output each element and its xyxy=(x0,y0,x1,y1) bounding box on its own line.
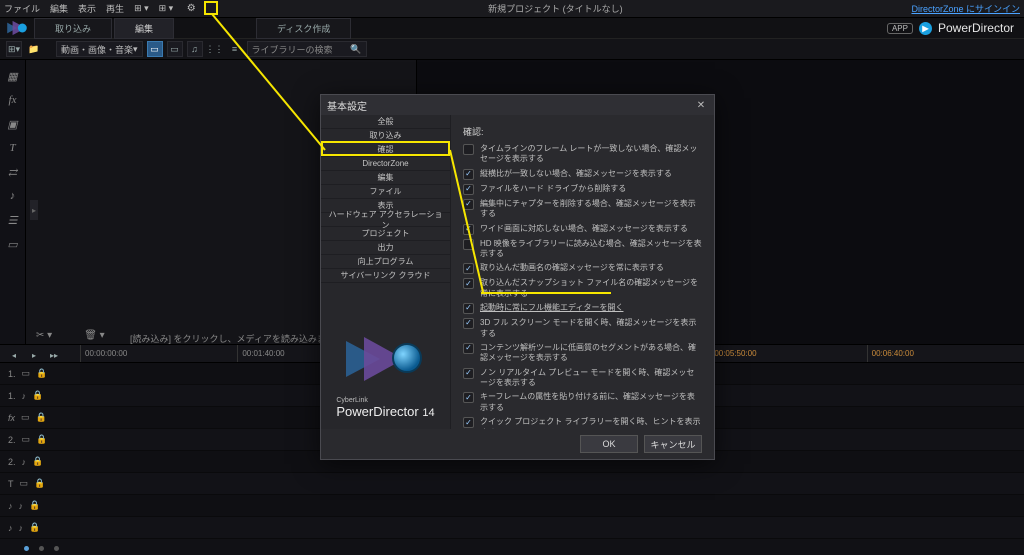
cat-project[interactable]: プロジェクト xyxy=(321,227,450,241)
brand-company: CyberLink xyxy=(336,397,434,404)
cancel-button[interactable]: キャンセル xyxy=(644,435,702,453)
brand-panel: CyberLink PowerDirector 14 xyxy=(321,283,450,429)
pref-check-label: 3D フル スクリーン モードを開く時、確認メッセージを表示する xyxy=(480,318,702,339)
brand-product: PowerDirector xyxy=(336,404,418,419)
pref-check-label: コンテンツ解析ツールに低画質のセグメントがある場合、確認メッセージを表示する xyxy=(480,343,702,364)
cat-produce[interactable]: 出力 xyxy=(321,241,450,255)
preferences-category-list: 全般 取り込み 確認 DirectorZone 編集 ファイル 表示 ハードウェ… xyxy=(321,115,451,429)
cat-general[interactable]: 全般 xyxy=(321,115,450,129)
pref-check-label: 取り込んだスナップショット ファイル名の確認メッセージを常に表示する xyxy=(480,278,702,299)
modal-backdrop: 基本設定 ✕ 全般 取り込み 確認 DirectorZone 編集 ファイル 表… xyxy=(0,0,1024,555)
pref-check-row[interactable]: 取り込んだ動画名の確認メッセージを常に表示する xyxy=(463,263,702,274)
checkbox[interactable] xyxy=(463,278,474,289)
pref-check-row[interactable]: ノン リアルタイム プレビュー モードを開く時、確認メッセージを表示する xyxy=(463,368,702,389)
checkbox[interactable] xyxy=(463,199,474,210)
checkbox[interactable] xyxy=(463,224,474,235)
pref-check-label: 編集中にチャプターを削除する場合、確認メッセージを表示する xyxy=(480,199,702,220)
checkbox[interactable] xyxy=(463,303,474,314)
preferences-content: 確認: タイムラインのフレーム レートが一致しない場合、確認メッセージを表示する… xyxy=(451,115,714,429)
pref-check-row[interactable]: 取り込んだスナップショット ファイル名の確認メッセージを常に表示する xyxy=(463,278,702,299)
pref-check-label: ワイド画面に対応しない場合、確認メッセージを表示する xyxy=(480,224,688,234)
checkbox[interactable] xyxy=(463,343,474,354)
pref-check-row[interactable]: タイムラインのフレーム レートが一致しない場合、確認メッセージを表示する xyxy=(463,144,702,165)
pref-check-row[interactable]: ワイド画面に対応しない場合、確認メッセージを表示する xyxy=(463,224,702,235)
pref-check-label: クイック プロジェクト ライブラリーを開く時、ヒントを表示する xyxy=(480,417,702,429)
pref-check-row[interactable]: ファイルをハード ドライブから削除する xyxy=(463,184,702,195)
pref-check-row[interactable]: 編集中にチャプターを削除する場合、確認メッセージを表示する xyxy=(463,199,702,220)
checkbox[interactable] xyxy=(463,184,474,195)
cat-directorzone[interactable]: DirectorZone xyxy=(321,157,450,171)
pref-check-row[interactable]: HD 映像をライブラリーに読み込む場合、確認メッセージを表示する xyxy=(463,239,702,260)
modal-title: 基本設定 xyxy=(327,98,367,113)
pref-check-row[interactable]: 起動時に常にフル機能エディターを開く xyxy=(463,303,702,314)
preferences-modal: 基本設定 ✕ 全般 取り込み 確認 DirectorZone 編集 ファイル 表… xyxy=(320,94,715,460)
pref-check-label: ノン リアルタイム プレビュー モードを開く時、確認メッセージを表示する xyxy=(480,368,702,389)
checkbox[interactable] xyxy=(463,318,474,329)
checkbox[interactable] xyxy=(463,263,474,274)
pref-check-label: 取り込んだ動画名の確認メッセージを常に表示する xyxy=(480,263,664,273)
pref-check-label: 起動時に常にフル機能エディターを開く xyxy=(480,303,623,313)
pref-check-row[interactable]: コンテンツ解析ツールに低画質のセグメントがある場合、確認メッセージを表示する xyxy=(463,343,702,364)
modal-titlebar[interactable]: 基本設定 ✕ xyxy=(321,95,714,115)
checkbox[interactable] xyxy=(463,368,474,379)
pref-check-label: ファイルをハード ドライブから削除する xyxy=(480,184,626,194)
checkbox[interactable] xyxy=(463,417,474,428)
pref-check-row[interactable]: 3D フル スクリーン モードを開く時、確認メッセージを表示する xyxy=(463,318,702,339)
cat-improvement[interactable]: 向上プログラム xyxy=(321,255,450,269)
modal-footer: OK キャンセル xyxy=(321,429,714,459)
pref-check-row[interactable]: 縦横比が一致しない場合、確認メッセージを表示する xyxy=(463,169,702,180)
checkbox[interactable] xyxy=(463,169,474,180)
ok-button[interactable]: OK xyxy=(580,435,638,453)
close-icon[interactable]: ✕ xyxy=(694,98,708,112)
pref-check-label: HD 映像をライブラリーに読み込む場合、確認メッセージを表示する xyxy=(480,239,702,260)
cat-cloud[interactable]: サイバーリンク クラウド xyxy=(321,269,450,283)
checkbox[interactable] xyxy=(463,392,474,403)
checkbox[interactable] xyxy=(463,144,474,155)
pref-check-label: タイムラインのフレーム レートが一致しない場合、確認メッセージを表示する xyxy=(480,144,702,165)
pref-check-row[interactable]: キーフレームの属性を貼り付ける前に、確認メッセージを表示する xyxy=(463,392,702,413)
cat-edit[interactable]: 編集 xyxy=(321,171,450,185)
pref-check-row[interactable]: クイック プロジェクト ライブラリーを開く時、ヒントを表示する xyxy=(463,417,702,429)
pref-check-label: 縦横比が一致しない場合、確認メッセージを表示する xyxy=(480,169,672,179)
cat-file[interactable]: ファイル xyxy=(321,185,450,199)
checkbox[interactable] xyxy=(463,239,474,250)
brand-version: 14 xyxy=(422,407,434,419)
powerdirector-logo-icon xyxy=(346,331,426,391)
cat-capture[interactable]: 取り込み xyxy=(321,129,450,143)
cat-confirm[interactable]: 確認 xyxy=(321,143,450,157)
cat-hwaccel[interactable]: ハードウェア アクセラレーション xyxy=(321,213,450,227)
section-title: 確認: xyxy=(463,125,702,138)
pref-check-label: キーフレームの属性を貼り付ける前に、確認メッセージを表示する xyxy=(480,392,702,413)
